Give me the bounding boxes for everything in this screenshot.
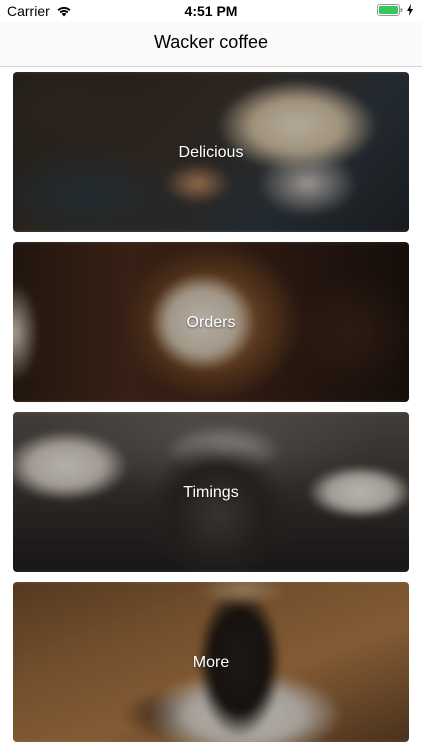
card-more[interactable]: More	[13, 582, 409, 742]
battery-icon	[377, 4, 403, 16]
page-title: Wacker coffee	[153, 32, 269, 52]
menu-card-list: Delicious Orders Timings More	[13, 72, 409, 752]
status-bar: Carrier 4:51 PM	[0, 0, 422, 22]
status-time: 4:51 PM	[184, 3, 238, 19]
card-label: Orders	[186, 314, 236, 331]
card-label: Timings	[183, 484, 239, 501]
card-timings[interactable]: Timings	[13, 412, 409, 572]
card-orders[interactable]: Orders	[13, 242, 409, 402]
card-delicious[interactable]: Delicious	[13, 72, 409, 232]
navigation-bar: Wacker coffee	[0, 22, 422, 67]
charging-bolt-icon	[407, 4, 413, 16]
battery-group	[377, 4, 414, 16]
card-label: More	[192, 654, 230, 671]
card-label: Delicious	[178, 144, 244, 161]
